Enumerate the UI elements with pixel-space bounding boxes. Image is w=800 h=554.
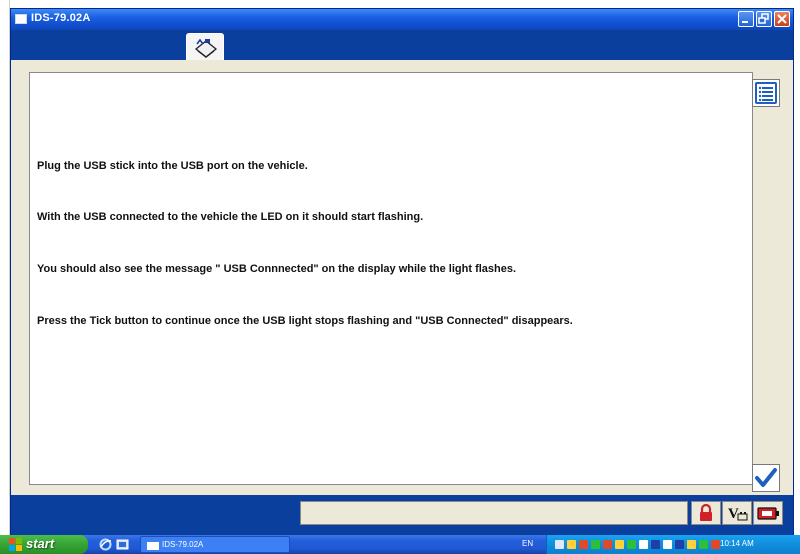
restore-icon	[758, 13, 769, 24]
tray-app-icon[interactable]	[639, 540, 648, 549]
instruction-text: With the USB connected to the vehicle th…	[37, 211, 424, 223]
tray-app-icon[interactable]	[591, 540, 600, 549]
title-bar[interactable]: IDS-79.02A	[11, 9, 793, 30]
svg-text:V: V	[728, 506, 739, 522]
battery-status[interactable]	[753, 501, 783, 525]
tray-app-icon[interactable]	[687, 540, 696, 549]
minimize-button[interactable]	[738, 11, 754, 27]
start-button[interactable]: start	[0, 535, 88, 554]
list-icon	[755, 82, 777, 104]
client-area: Plug the USB stick into the USB port on …	[11, 60, 793, 495]
window-icon	[147, 542, 159, 550]
tick-icon	[755, 468, 777, 487]
lock-status[interactable]	[691, 501, 721, 525]
taskbar-window-button[interactable]: IDS-79.02A	[140, 536, 290, 553]
tray-app-icon[interactable]	[675, 540, 684, 549]
window-icon	[15, 14, 27, 24]
tray-app-icon[interactable]	[651, 540, 660, 549]
status-field	[300, 501, 688, 525]
tick-button[interactable]	[752, 464, 780, 492]
instruction-text: Plug the USB stick into the USB port on …	[37, 160, 308, 172]
vehicle-book-icon	[194, 38, 218, 58]
windows-flag-icon	[9, 538, 22, 551]
status-bar: V	[11, 495, 793, 535]
tab-strip	[11, 30, 793, 61]
voltage-battery-icon: V	[728, 506, 748, 522]
tray-app-icon[interactable]	[603, 540, 612, 549]
taskbar: start IDS-79.02A EN 10:14 AM	[0, 535, 800, 554]
tray-app-icon[interactable]	[615, 540, 624, 549]
clock[interactable]: 10:14 AM	[720, 539, 754, 548]
start-label: start	[26, 536, 55, 551]
system-tray: 10:14 AM	[546, 535, 800, 554]
tab-vehicle-book[interactable]	[186, 33, 224, 61]
application-window: IDS-79.02A Plug the USB stick into the U…	[10, 8, 794, 535]
list-button[interactable]	[752, 79, 780, 107]
language-indicator[interactable]: EN	[522, 539, 533, 548]
minimize-icon	[742, 21, 748, 23]
instruction-panel: Plug the USB stick into the USB port on …	[29, 72, 753, 485]
close-icon	[777, 14, 787, 24]
desktop: IDS-79.02A Plug the USB stick into the U…	[0, 0, 800, 554]
battery-icon	[757, 507, 779, 520]
tray-app-icon[interactable]	[663, 540, 672, 549]
left-edge	[0, 0, 10, 535]
lock-icon	[700, 503, 712, 521]
right-edge	[795, 0, 800, 535]
tray-app-icon[interactable]	[711, 540, 720, 549]
instruction-text: You should also see the message " USB Co…	[37, 263, 517, 275]
tray-app-icon[interactable]	[699, 540, 708, 549]
taskbar-window-label: IDS-79.02A	[162, 540, 204, 549]
show-desktop-icon[interactable]	[116, 538, 129, 551]
speaker-icon[interactable]	[567, 540, 576, 549]
voltage-status[interactable]: V	[722, 501, 752, 525]
maximize-button[interactable]	[756, 11, 772, 27]
network-icon[interactable]	[555, 540, 564, 549]
tray-app-icon[interactable]	[627, 540, 636, 549]
window-title: IDS-79.02A	[31, 12, 91, 24]
instruction-text: Press the Tick button to continue once t…	[37, 315, 573, 327]
close-button[interactable]	[774, 11, 790, 27]
internet-explorer-icon[interactable]	[99, 538, 112, 551]
tray-app-icon[interactable]	[579, 540, 588, 549]
